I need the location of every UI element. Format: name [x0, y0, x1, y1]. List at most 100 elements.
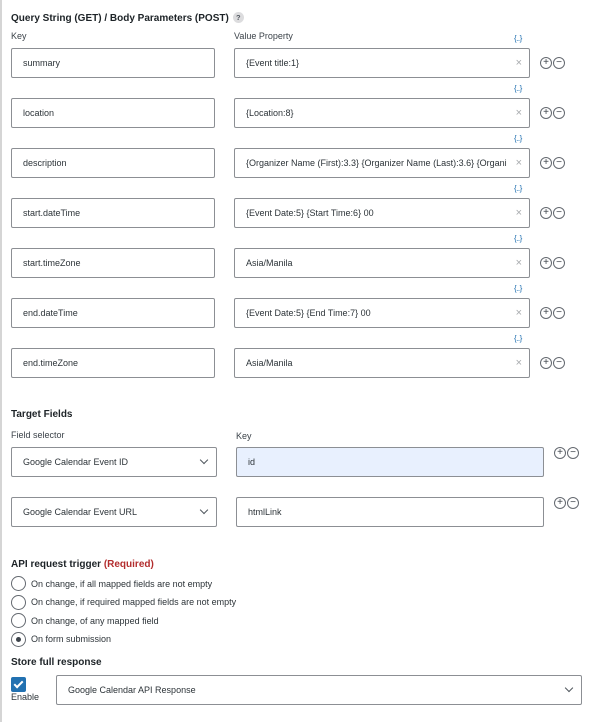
remove-target-icon[interactable]: − [567, 447, 579, 459]
merge-tag-icon[interactable]: {..} [514, 34, 522, 43]
remove-row-icon[interactable]: − [553, 157, 565, 169]
clear-icon[interactable]: × [516, 99, 522, 127]
trigger-option[interactable]: On change, if required mapped fields are… [11, 594, 237, 610]
remove-row-icon[interactable]: − [553, 107, 565, 119]
clear-icon[interactable]: × [516, 249, 522, 277]
add-target-icon[interactable]: + [554, 447, 566, 459]
clear-icon[interactable]: × [516, 49, 522, 77]
value-property-text: {Event title:1} [246, 58, 300, 68]
merge-tag-icon[interactable]: {..} [514, 234, 522, 243]
row-action-buttons: + − [540, 357, 565, 369]
field-selector-value: Google Calendar Event URL [23, 507, 138, 517]
target-key-column-header: Key [236, 431, 252, 441]
add-row-icon[interactable]: + [540, 357, 552, 369]
enable-checkbox[interactable] [11, 677, 26, 692]
value-property-input[interactable]: {Event Date:5} {Start Time:6} 00 × [234, 198, 530, 228]
radio-button[interactable] [11, 631, 26, 647]
value-property-text: Asia/Manila [246, 258, 293, 268]
value-property-input[interactable]: {Location:8} × [234, 98, 530, 128]
response-target-select[interactable]: Google Calendar API Response [56, 675, 582, 705]
remove-row-icon[interactable]: − [553, 207, 565, 219]
radio-button[interactable] [11, 613, 26, 628]
row-action-buttons: + − [540, 257, 565, 269]
clear-icon[interactable]: × [516, 199, 522, 227]
store-response-title: Store full response [11, 657, 102, 668]
merge-tag-icon[interactable]: {..} [514, 184, 522, 193]
row-action-buttons: + − [540, 307, 565, 319]
remove-row-icon[interactable]: − [553, 257, 565, 269]
add-row-icon[interactable]: + [540, 57, 552, 69]
row-action-buttons: + − [540, 57, 565, 69]
value-property-text: {Location:8} [246, 108, 294, 118]
field-selector-dropdown[interactable]: Google Calendar Event ID [11, 447, 217, 477]
merge-tag-icon[interactable]: {..} [514, 334, 522, 343]
left-border [0, 0, 2, 722]
add-row-icon[interactable]: + [540, 307, 552, 319]
response-target-value: Google Calendar API Response [68, 685, 196, 695]
target-row-action-buttons: + − [554, 497, 579, 509]
row-action-buttons: + − [540, 157, 565, 169]
value-property-text: Asia/Manila [246, 358, 293, 368]
field-selector-value: Google Calendar Event ID [23, 457, 129, 467]
value-property-input[interactable]: Asia/Manila × [234, 248, 530, 278]
remove-row-icon[interactable]: − [553, 57, 565, 69]
value-property-input[interactable]: {Organizer Name (First):3.3} {Organizer … [234, 148, 530, 178]
trigger-option[interactable]: On change, if all mapped fields are not … [11, 576, 212, 591]
target-key-input[interactable]: id [236, 447, 544, 477]
row-action-buttons: + − [540, 207, 565, 219]
api-trigger-title: API request trigger (Required) [11, 559, 154, 570]
chevron-down-icon [199, 505, 209, 515]
value-property-input[interactable]: {Event Date:5} {End Time:7} 00 × [234, 298, 530, 328]
remove-row-icon[interactable]: − [553, 307, 565, 319]
target-fields-title: Target Fields [11, 409, 73, 420]
key-input[interactable]: location [11, 98, 215, 128]
key-input[interactable]: description [11, 148, 215, 178]
clear-icon[interactable]: × [516, 349, 522, 377]
trigger-option[interactable]: On change, of any mapped field [11, 613, 159, 628]
value-property-input[interactable]: {Event title:1} × [234, 48, 530, 78]
trigger-option[interactable]: On form submission [11, 631, 112, 647]
key-input[interactable]: end.timeZone [11, 348, 215, 378]
merge-tag-icon[interactable]: {..} [514, 134, 522, 143]
value-property-text: {Event Date:5} {Start Time:6} 00 [246, 208, 374, 218]
add-row-icon[interactable]: + [540, 157, 552, 169]
help-icon[interactable]: ? [232, 12, 244, 23]
radio-button[interactable] [11, 576, 26, 591]
chevron-down-icon [564, 683, 574, 693]
chevron-down-icon [199, 455, 209, 465]
value-property-text: {Organizer Name (First):3.3} {Organizer … [246, 158, 507, 168]
key-input[interactable]: start.timeZone [11, 248, 215, 278]
add-row-icon[interactable]: + [540, 107, 552, 119]
query-section-title: Query String (GET) / Body Parameters (PO… [11, 12, 244, 24]
enable-label: Enable [11, 692, 40, 702]
target-row-action-buttons: + − [554, 447, 579, 459]
merge-tag-icon[interactable]: {..} [514, 284, 522, 293]
add-row-icon[interactable]: + [540, 257, 552, 269]
merge-tag-icon[interactable]: {..} [514, 84, 522, 93]
clear-icon[interactable]: × [516, 149, 522, 177]
field-selector-column-header: Field selector [11, 430, 65, 440]
query-section-title-text: Query String (GET) / Body Parameters (PO… [11, 13, 229, 24]
value-property-column-header: Value Property [234, 31, 293, 41]
trigger-option-label: On form submission [31, 634, 112, 644]
radio-button[interactable] [11, 594, 26, 610]
trigger-option-label: On change, if all mapped fields are not … [31, 578, 213, 589]
key-column-header: Key [11, 31, 27, 41]
value-property-input[interactable]: Asia/Manila × [234, 348, 530, 378]
field-selector-dropdown[interactable]: Google Calendar Event URL [11, 497, 217, 527]
key-input[interactable]: end.dateTime [11, 298, 215, 328]
remove-target-icon[interactable]: − [567, 497, 579, 509]
clear-icon[interactable]: × [516, 299, 522, 327]
required-label: (Required) [103, 559, 154, 570]
add-row-icon[interactable]: + [540, 207, 552, 219]
trigger-option-label: On change, of any mapped field [31, 615, 159, 626]
trigger-option-label: On change, if required mapped fields are… [31, 597, 237, 607]
row-action-buttons: + − [540, 107, 565, 119]
remove-row-icon[interactable]: − [553, 357, 565, 369]
add-target-icon[interactable]: + [554, 497, 566, 509]
api-trigger-title-text: API request trigger [11, 559, 102, 570]
key-input[interactable]: summary [11, 48, 215, 78]
target-key-input[interactable]: htmlLink [236, 497, 544, 527]
value-property-text: {Event Date:5} {End Time:7} 00 [246, 308, 371, 318]
key-input[interactable]: start.dateTime [11, 198, 215, 228]
